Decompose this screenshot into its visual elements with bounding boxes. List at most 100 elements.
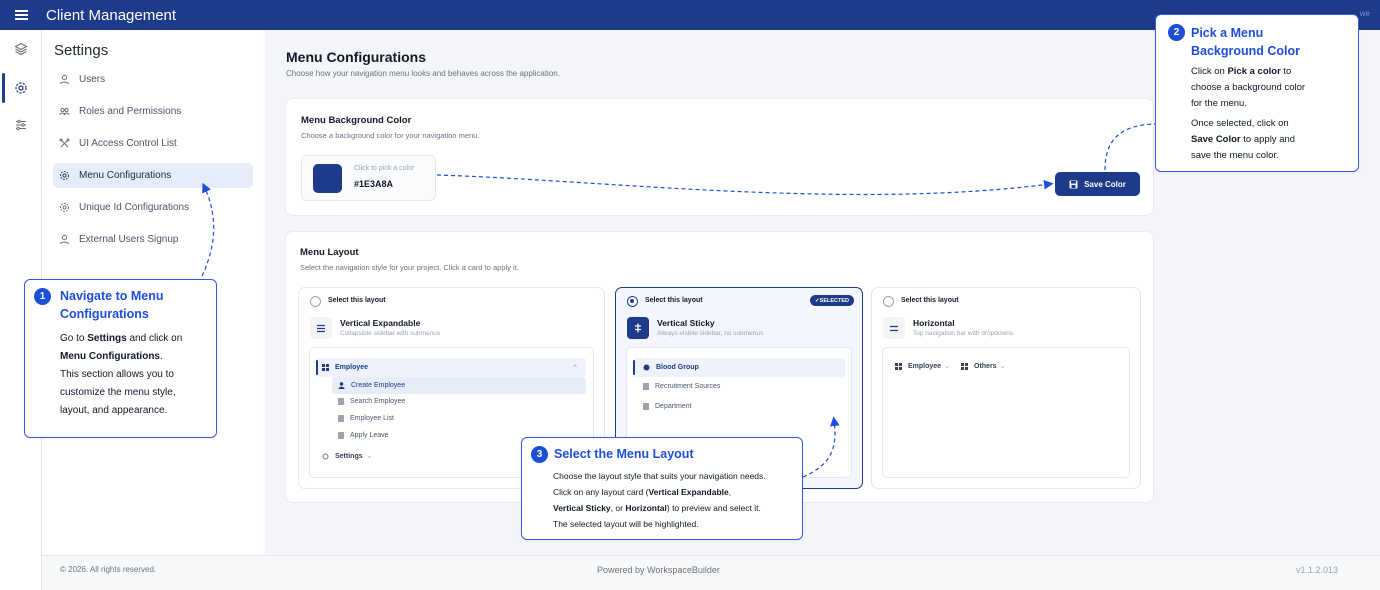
layout-radio-selected[interactable] bbox=[627, 296, 638, 307]
gear-icon bbox=[60, 171, 69, 180]
callout-text-bold: Vertical Expandable bbox=[648, 487, 729, 497]
preview-item-label: Recruitment Sources bbox=[655, 383, 721, 390]
sticky-menu-icon bbox=[627, 317, 649, 339]
color-value: #1E3A8A bbox=[354, 179, 394, 189]
preview-menu-employee: Employee ⌄ bbox=[895, 362, 950, 370]
callout-text-bold: Vertical Sticky bbox=[553, 503, 611, 513]
tools-icon bbox=[59, 138, 70, 148]
card-title: Menu Layout bbox=[300, 247, 359, 258]
layout-radio[interactable] bbox=[310, 296, 321, 307]
layers-icon[interactable] bbox=[0, 34, 42, 64]
callout-text: This section allows you to bbox=[60, 369, 174, 380]
vertical-menu-icon bbox=[310, 317, 332, 339]
layout-name: Vertical Sticky bbox=[657, 318, 715, 328]
save-icon bbox=[1069, 180, 1078, 188]
drop-icon bbox=[643, 364, 650, 371]
preview-item-active: Blood Group bbox=[633, 358, 845, 377]
callout-text: choose a background color bbox=[1191, 82, 1306, 93]
callout-text: ) to preview and select it. bbox=[666, 503, 761, 513]
page-subtitle: Choose how your navigation menu looks an… bbox=[286, 69, 560, 78]
layout-option-horizontal[interactable]: Select this layout Horizontal Top naviga… bbox=[871, 287, 1141, 489]
callout-text: layout, and appearance. bbox=[60, 405, 168, 416]
layout-name: Vertical Expandable bbox=[340, 318, 421, 328]
callout-text: , or bbox=[610, 503, 626, 513]
grid-icon bbox=[961, 362, 968, 370]
settings-gear-icon[interactable] bbox=[0, 73, 42, 103]
chevron-down-icon: ⌄ bbox=[366, 453, 373, 460]
preview-item-label: Employee List bbox=[350, 415, 394, 422]
callout-text: for the menu. bbox=[1191, 98, 1247, 109]
preview-item-label: Apply Leave bbox=[350, 432, 389, 439]
gear-icon bbox=[60, 203, 69, 212]
sidebar-item-roles[interactable]: Roles and Permissions bbox=[53, 99, 253, 124]
callout-title-line: Pick a Menu bbox=[1191, 26, 1264, 40]
chevron-down-icon: ⌄ bbox=[999, 363, 1006, 370]
sidebar-item-ui-access[interactable]: UI Access Control List bbox=[53, 131, 253, 156]
app-title: Client Management bbox=[46, 6, 177, 24]
preview-item-label: Department bbox=[655, 403, 692, 410]
callout-title: Select the Menu Layout bbox=[554, 447, 694, 461]
callout-title-line: Navigate to Menu bbox=[60, 289, 164, 303]
callout-text-bold: Settings bbox=[87, 333, 127, 344]
color-picker[interactable]: Click to pick a color #1E3A8A bbox=[301, 155, 436, 201]
layout-radio[interactable] bbox=[883, 296, 894, 307]
preview-item: Search Employee bbox=[338, 398, 405, 405]
menu-background-color-card: Menu Background Color Choose a backgroun… bbox=[285, 98, 1154, 216]
preview-item: Apply Leave bbox=[338, 432, 389, 439]
callout-title-line: Background Color bbox=[1191, 44, 1301, 58]
sidebar-item-unique-id[interactable]: Unique Id Configurations bbox=[53, 195, 253, 220]
preview-item-label: Create Employee bbox=[351, 382, 406, 389]
card-subtitle: Choose a background color for your navig… bbox=[301, 131, 480, 140]
hamburger-menu-icon[interactable] bbox=[0, 0, 42, 30]
callout-step-2: 2 Pick a Menu Background Color Click on … bbox=[1155, 14, 1359, 172]
sidebar-item-menu-configurations[interactable]: Menu Configurations bbox=[53, 163, 253, 188]
select-layout-label: Select this layout bbox=[645, 297, 703, 304]
card-title: Menu Background Color bbox=[301, 115, 412, 126]
preview-item-label: Search Employee bbox=[350, 398, 406, 405]
step-number: 1 bbox=[34, 288, 51, 305]
color-swatch[interactable] bbox=[313, 164, 342, 193]
preview-item: Department bbox=[643, 403, 692, 410]
footer-version: v1.1.2.013 bbox=[1295, 565, 1338, 575]
roles-icon bbox=[59, 107, 70, 116]
callout-text: Go to bbox=[60, 333, 88, 344]
footer-copyright: © 2026. All rights reserved. bbox=[60, 565, 157, 574]
document-icon bbox=[338, 415, 344, 422]
layout-description: Always-visible sidebar, no submenus bbox=[657, 330, 764, 337]
callout-text-bold: Save Color bbox=[1191, 134, 1241, 145]
sidebar-item-label: UI Access Control List bbox=[79, 138, 177, 149]
document-icon bbox=[338, 398, 344, 405]
preview-group-employee: Employee ⌃ bbox=[316, 358, 586, 377]
page-title: Menu Configurations bbox=[286, 49, 426, 65]
selected-badge: ✓SELECTED bbox=[810, 295, 854, 306]
preview-menu-others: Others ⌄ bbox=[961, 362, 1005, 370]
preview-group-settings: Settings ⌄ bbox=[322, 452, 373, 460]
sidebar-item-users[interactable]: Users bbox=[53, 67, 253, 92]
layout-description: Collapsible sidebar with submenus bbox=[340, 330, 441, 337]
sidebar-item-external-users[interactable]: External Users Signup bbox=[53, 227, 253, 252]
sliders-icon[interactable] bbox=[0, 110, 42, 140]
callout-step-1: 1 Navigate to Menu Configurations Go to … bbox=[24, 279, 217, 438]
callout-text: Once selected, click on bbox=[1191, 118, 1289, 129]
user-label[interactable]: we bbox=[1360, 9, 1370, 18]
preview-item-label: Others bbox=[974, 362, 997, 370]
preview-group-label: Employee bbox=[335, 364, 369, 371]
callout-step-3: 3 Select the Menu Layout Choose the layo… bbox=[521, 437, 803, 540]
user-icon bbox=[60, 234, 69, 245]
callout-text: . bbox=[160, 351, 163, 362]
footer: © 2026. All rights reserved. Powered by … bbox=[42, 555, 1380, 590]
step-number: 3 bbox=[531, 446, 548, 463]
grid-icon bbox=[895, 362, 902, 370]
footer-powered-by: Powered by WorkspaceBuilder bbox=[597, 565, 720, 575]
save-color-button[interactable]: Save Color bbox=[1055, 172, 1140, 196]
preview-group-label: Settings bbox=[335, 452, 363, 460]
callout-text: save the menu color. bbox=[1191, 150, 1279, 161]
callout-text-bold: Horizontal bbox=[625, 503, 667, 513]
sidebar-item-label: Menu Configurations bbox=[79, 170, 172, 181]
callout-text: Click on bbox=[1191, 66, 1228, 77]
callout-text: to apply and bbox=[1240, 134, 1296, 145]
callout-text: and click on bbox=[126, 333, 183, 344]
select-layout-label: Select this layout bbox=[901, 297, 959, 304]
layout-preview: Employee ⌄ Others ⌄ bbox=[882, 347, 1130, 478]
chevron-up-icon: ⌃ bbox=[572, 364, 578, 372]
